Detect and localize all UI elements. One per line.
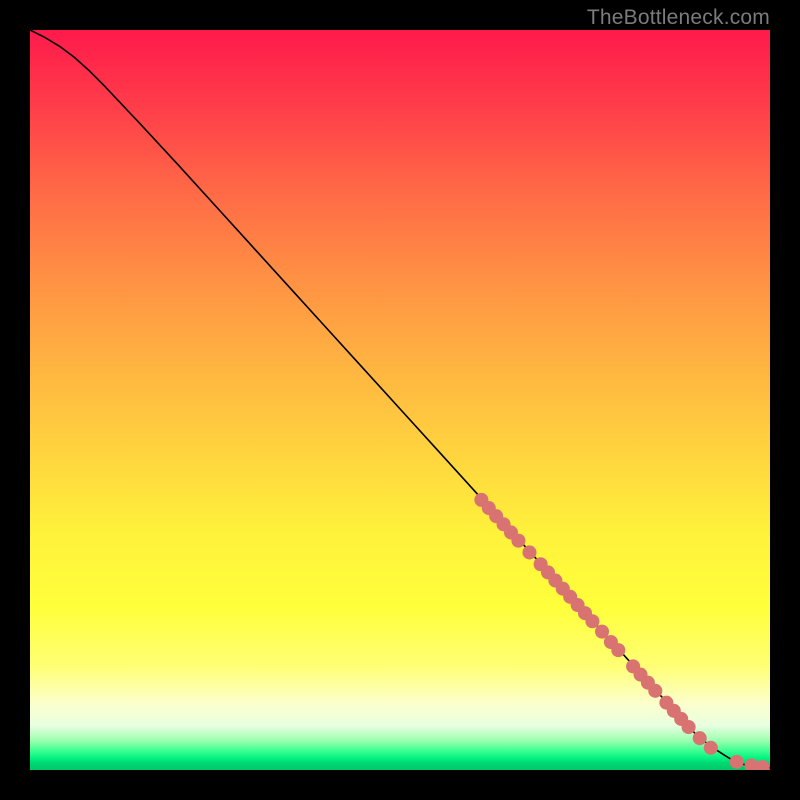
data-marker — [585, 614, 599, 628]
data-marker — [730, 755, 744, 769]
data-marker — [522, 545, 536, 559]
curve-markers — [474, 493, 769, 770]
data-marker — [511, 534, 525, 548]
data-marker — [756, 760, 770, 770]
data-marker — [611, 643, 625, 657]
data-marker — [704, 741, 718, 755]
chart-svg — [30, 30, 770, 770]
data-marker — [648, 684, 662, 698]
plot-area — [30, 30, 770, 770]
data-marker — [682, 720, 696, 734]
watermark-text: TheBottleneck.com — [587, 6, 770, 30]
data-marker — [693, 731, 707, 745]
chart-frame: TheBottleneck.com — [0, 0, 800, 800]
curve-line — [30, 30, 770, 768]
